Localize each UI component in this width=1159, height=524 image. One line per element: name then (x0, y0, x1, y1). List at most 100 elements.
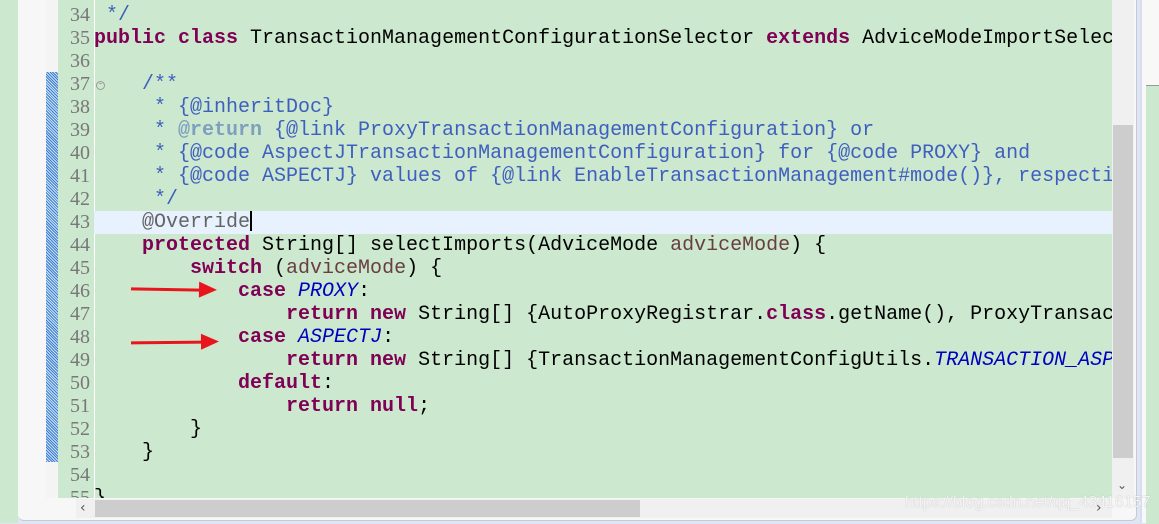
code-line[interactable]: protected String[] selectImports(AdviceM… (94, 234, 1130, 257)
code-token: switch (94, 256, 275, 280)
code-token: ( (274, 256, 287, 280)
line-number: 37 (70, 72, 90, 95)
code-token: ASPECTJ (298, 325, 383, 349)
code-token: @return (178, 118, 263, 142)
line-number: 54 (70, 463, 90, 486)
line-number: 52 (70, 417, 90, 440)
code-token: : (382, 325, 395, 349)
code-line[interactable]: case ASPECTJ: (94, 326, 1130, 349)
code-token: @Override (94, 210, 251, 234)
line-number: 36 (70, 49, 90, 72)
code-token: .getName(), ProxyTransactionManagementCo… (826, 302, 1130, 326)
code-token: String[] {AutoProxyRegistrar. (418, 302, 767, 326)
code-line[interactable] (94, 50, 1130, 73)
line-number: 45 (70, 256, 90, 279)
code-line[interactable]: switch (adviceMode) { (94, 257, 1130, 280)
left-panel-edge (0, 0, 18, 523)
line-number-gutter: 34353637−383940414243−444546474849505152… (58, 0, 105, 499)
code-token: String[] selectImports(AdviceMode (262, 233, 671, 257)
code-token: protected (94, 233, 263, 257)
line-number: 34 (70, 3, 90, 26)
red-arrow-annotation (130, 340, 204, 345)
code-token: : (358, 279, 371, 303)
code-token: class (766, 302, 827, 326)
code-token: ; (418, 394, 431, 418)
code-line[interactable]: case PROXY: (94, 280, 1130, 303)
right-panel-content (1146, 85, 1159, 524)
code-line[interactable]: return null; (94, 395, 1130, 418)
code-line[interactable]: } (94, 418, 1130, 441)
code-line[interactable]: } (94, 441, 1130, 464)
line-number: 43 (70, 210, 90, 233)
line-number: 48 (70, 325, 90, 348)
line-number: 42 (70, 187, 90, 210)
code-token: * {@code AspectJTransactionManagementCon… (94, 141, 1031, 165)
code-token: } (94, 417, 203, 441)
code-line[interactable]: @Override (94, 210, 1130, 234)
code-token: * {@inheritDoc} (94, 95, 335, 119)
code-token: : (322, 371, 335, 395)
code-token: } (94, 486, 107, 499)
code-token: PROXY (298, 279, 359, 303)
line-number: 40 (70, 141, 90, 164)
change-range-marker (46, 72, 58, 462)
code-line[interactable]: * {@code AspectJTransactionManagementCon… (94, 142, 1130, 165)
code-line[interactable]: /** (94, 73, 1130, 96)
code-token: return null (94, 394, 419, 418)
code-token: AdviceModeImportSelector<EnableTransacti… (862, 26, 1130, 50)
line-number: 51 (70, 394, 90, 417)
chevron-left-icon[interactable]: ‹ (80, 499, 86, 518)
line-number: 44 (70, 233, 90, 256)
code-line[interactable]: */ (94, 4, 1130, 27)
code-token: } (94, 440, 155, 464)
horizontal-scroll-thumb[interactable] (95, 500, 640, 517)
line-number: 35 (70, 26, 90, 49)
code-token: case (94, 325, 299, 349)
line-number: 53 (70, 440, 90, 463)
code-token: return new (94, 348, 419, 372)
watermark: https://blog.csdn.net/qq_43416157 (905, 494, 1151, 511)
code-line[interactable]: * {@code ASPECTJ} values of {@link Enabl… (94, 165, 1130, 188)
code-token: * {@code ASPECTJ} values of {@link Enabl… (94, 164, 1130, 188)
chevron-down-icon[interactable]: ⌄ (1117, 478, 1127, 492)
code-token: ) { (790, 233, 827, 257)
line-number: 39 (70, 118, 90, 141)
line-number: 38 (70, 95, 90, 118)
code-token: adviceMode (286, 256, 407, 280)
line-number: 49 (70, 348, 90, 371)
code-token: */ (94, 3, 131, 27)
code-line[interactable]: */ (94, 188, 1130, 211)
line-number: 50 (70, 371, 90, 394)
code-token: extends (766, 26, 863, 50)
code-line[interactable]: * {@inheritDoc} (94, 96, 1130, 119)
text-cursor (250, 211, 253, 232)
vertical-scroll-thumb[interactable] (1113, 125, 1133, 458)
overview-ruler (46, 0, 58, 498)
line-number: 47 (70, 302, 90, 325)
code-line[interactable]: return new String[] {TransactionManageme… (94, 349, 1130, 372)
line-number: 55 (70, 486, 90, 499)
code-line[interactable]: return new String[] {AutoProxyRegistrar.… (94, 303, 1130, 326)
line-number: 46 (70, 279, 90, 302)
right-panel-edge (1140, 0, 1159, 524)
code-line[interactable]: default: (94, 372, 1130, 395)
code-line[interactable]: public class TransactionManagementConfig… (94, 27, 1130, 50)
code-token: TransactionManagementConfigurationSelect… (250, 26, 767, 50)
code-editor[interactable]: 34353637−383940414243−444546474849505152… (46, 0, 1130, 498)
code-token: String[] {TransactionManagementConfigUti… (418, 348, 935, 372)
code-token: /** (94, 72, 179, 96)
editor-frame: 34353637−383940414243−444546474849505152… (18, 0, 1137, 521)
code-token: default (94, 371, 323, 395)
vertical-scrollbar[interactable]: ⌄ (1112, 0, 1134, 498)
code-token: ) { (406, 256, 443, 280)
code-line[interactable] (94, 464, 1130, 487)
code-token: * (94, 118, 179, 142)
code-token: TRANSACTION_ASPECT_CONFIGURATION_CLASS_N… (934, 348, 1130, 372)
line-number: 41 (70, 164, 90, 187)
code-token: public class (94, 26, 251, 50)
code-token: */ (94, 187, 179, 211)
code-line[interactable]: * @return {@link ProxyTransactionManagem… (94, 119, 1130, 142)
code-token: adviceMode (670, 233, 791, 257)
code-token: return new (94, 302, 419, 326)
code-token: {@link ProxyTransactionManagementConfigu… (262, 118, 875, 142)
